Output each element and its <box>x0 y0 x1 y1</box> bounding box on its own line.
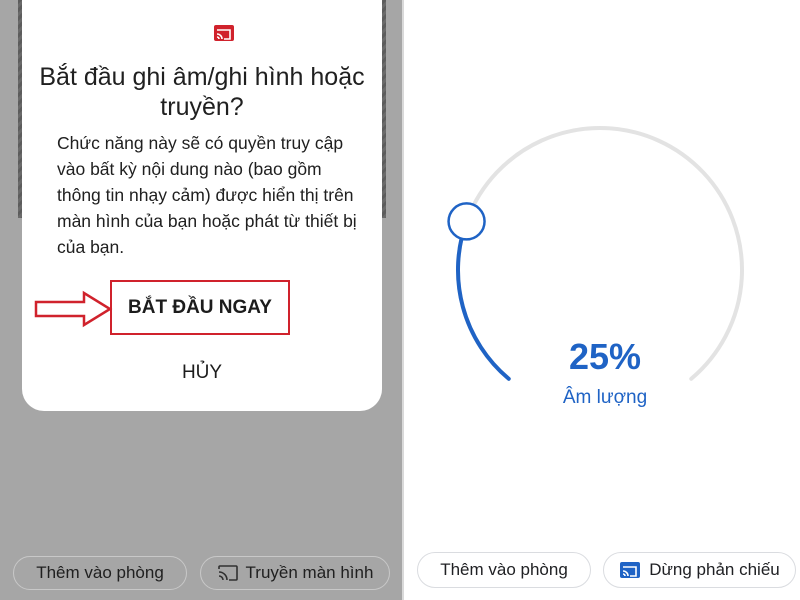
add-to-room-label-right: Thêm vào phòng <box>440 560 568 579</box>
cast-screen-icon <box>217 565 238 581</box>
volume-dial[interactable] <box>440 110 760 430</box>
cast-screen-button[interactable]: Truyền màn hình <box>200 556 390 590</box>
cast-icon <box>214 25 234 41</box>
volume-percentage: 25% <box>568 336 642 377</box>
panel-divider <box>402 0 404 600</box>
dialog-message: Chức năng này sẽ có quyền truy cập vào b… <box>57 133 357 257</box>
volume-knob <box>447 202 486 241</box>
stop-mirroring-button[interactable]: Dừng phản chiếu <box>603 552 796 588</box>
volume-progress <box>456 219 511 381</box>
cast-connected-icon <box>620 562 641 578</box>
cancel-button[interactable]: HỦY <box>152 358 252 388</box>
add-to-room-label: Thêm vào phòng <box>36 563 164 582</box>
red-arrow-annotation <box>34 290 113 328</box>
dialog-title: Bắt đầu ghi âm/ghi hình hoặc truyền? <box>39 63 365 121</box>
add-to-room-button-right[interactable]: Thêm vào phòng <box>417 552 591 588</box>
start-now-button[interactable]: BẮT ĐẦU NGAY <box>110 280 290 335</box>
volume-label: Âm lượng <box>562 387 648 408</box>
cast-screen-label: Truyền màn hình <box>245 563 374 582</box>
left-screen: Bắt đầu ghi âm/ghi hình hoặc truyền? Chứ… <box>0 0 402 600</box>
add-to-room-button[interactable]: Thêm vào phòng <box>13 556 187 590</box>
cast-permission-dialog: Bắt đầu ghi âm/ghi hình hoặc truyền? Chứ… <box>22 0 382 411</box>
stop-mirroring-label: Dừng phản chiếu <box>649 560 780 579</box>
